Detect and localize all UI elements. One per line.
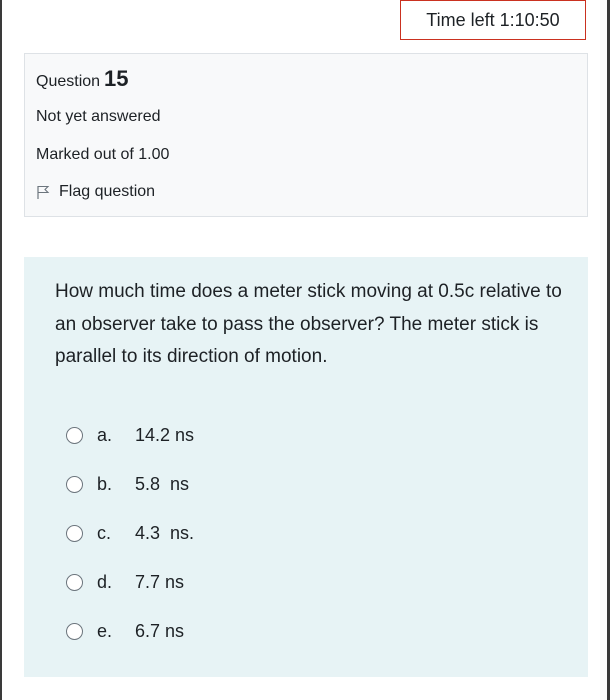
radio-unchecked-icon[interactable]: [66, 476, 83, 493]
radio-unchecked-icon[interactable]: [66, 427, 83, 444]
timer-label: Time left 1:10:50: [426, 9, 560, 30]
flag-question-label: Flag question: [59, 183, 156, 200]
flag-icon: [37, 185, 50, 199]
time-left-timer: Time left 1:10:50: [400, 0, 586, 40]
answer-text: 4.3 ns.: [135, 523, 195, 543]
answer-text: 14.2 ns: [135, 425, 195, 445]
question-label: Question: [36, 73, 101, 90]
question-state: Not yet answered: [36, 108, 161, 125]
answer-letter: e.: [97, 621, 113, 641]
window-frame-left: [0, 0, 2, 700]
radio-unchecked-icon[interactable]: [66, 623, 83, 640]
radio-unchecked-icon[interactable]: [66, 574, 83, 591]
answer-letter: b.: [97, 474, 113, 494]
question-grade: Marked out of 1.00: [36, 146, 170, 163]
answer-letter: c.: [97, 523, 112, 543]
answer-option-a[interactable]: a. 14.2 ns: [66, 411, 194, 460]
flag-question-link[interactable]: Flag question: [36, 183, 155, 201]
answer-text: 6.7 ns: [135, 621, 185, 641]
answer-option-d[interactable]: d. 7.7 ns: [66, 558, 194, 607]
question-text: How much time does a meter stick moving …: [55, 281, 562, 367]
answer-option-e[interactable]: e. 6.7 ns: [66, 607, 194, 656]
answer-text: 5.8 ns: [135, 474, 190, 494]
answer-text: 7.7 ns: [135, 572, 185, 592]
question-number: 15: [104, 66, 129, 91]
question-info-panel: Question 15 Not yet answered Marked out o…: [24, 53, 588, 217]
radio-unchecked-icon[interactable]: [66, 525, 83, 542]
answer-letter: d.: [97, 572, 113, 592]
answer-option-c[interactable]: c. 4.3 ns.: [66, 509, 194, 558]
answer-letter: a.: [97, 425, 113, 445]
question-number-heading: Question 15: [36, 66, 129, 92]
answer-list: a. 14.2 ns b. 5.8 ns c. 4.3 ns. d. 7.7 n…: [66, 411, 194, 656]
question-content: How much time does a meter stick moving …: [24, 257, 588, 677]
answer-option-b[interactable]: b. 5.8 ns: [66, 460, 194, 509]
